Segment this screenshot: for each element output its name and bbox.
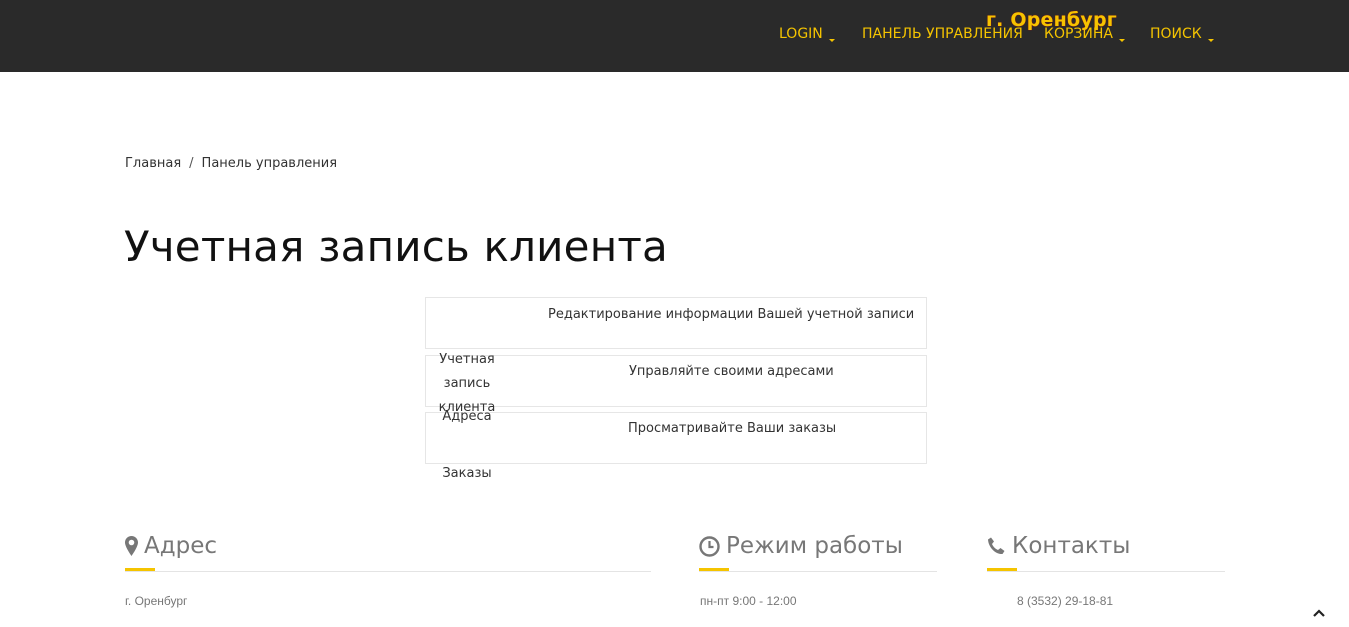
nav-search[interactable]: ПОИСК [1150, 26, 1214, 42]
nav-control-panel-label: ПАНЕЛЬ УПРАВЛЕНИЯ [862, 26, 1023, 42]
footer-contacts-title: Контакты [1012, 533, 1131, 559]
breadcrumb-current: Панель управления [201, 156, 338, 171]
divider [125, 571, 651, 572]
footer-hours-heading: Режим работы [699, 530, 937, 562]
chevron-down-icon [828, 39, 835, 42]
map-marker-icon [125, 536, 138, 556]
heading-accent [987, 568, 1017, 571]
footer-hours-title: Режим работы [726, 533, 903, 559]
heading-accent [125, 568, 155, 571]
footer-address-section: Адрес г. Оренбург [125, 530, 651, 608]
footer-address-title: Адрес [144, 533, 218, 559]
chevron-up-icon [1313, 609, 1325, 617]
scroll-to-top-button[interactable] [1311, 606, 1327, 622]
footer-hours-section: Режим работы пн-пт 9:00 - 12:00 [699, 530, 937, 608]
footer-contacts-section: Контакты 8 (3532) 29-18-81 [987, 530, 1225, 608]
nav-login[interactable]: LOGIN [779, 26, 835, 42]
breadcrumb-separator: / [189, 156, 194, 171]
footer-hours-text: пн-пт 9:00 - 12:00 [700, 594, 797, 608]
addresses-link[interactable]: Адреса [425, 405, 509, 429]
clock-icon [699, 535, 720, 557]
orders-description: Просматривайте Ваши заказы [628, 421, 837, 436]
heading-accent [699, 568, 729, 571]
page-title: Учетная запись клиента [124, 222, 668, 271]
nav-login-label: LOGIN [779, 26, 823, 42]
account-info-box [425, 297, 927, 349]
footer-contacts-heading: Контакты [987, 530, 1225, 562]
breadcrumb: Главная / Панель управления [125, 156, 337, 171]
nav-search-label: ПОИСК [1150, 26, 1202, 42]
footer-address-heading: Адрес [125, 530, 651, 562]
breadcrumb-home-link[interactable]: Главная [125, 156, 181, 171]
addresses-description: Управляйте своими адресами [629, 364, 834, 379]
divider [987, 571, 1225, 572]
orders-link[interactable]: Заказы [425, 462, 509, 486]
footer-contacts-text: 8 (3532) 29-18-81 [1017, 594, 1114, 608]
nav-cart-label: КОРЗИНА [1044, 26, 1113, 42]
chevron-down-icon [1118, 39, 1125, 42]
top-navbar: г. Оренбург LOGIN ПАНЕЛЬ УПРАВЛЕНИЯ КОРЗ… [0, 0, 1349, 72]
nav-control-panel[interactable]: ПАНЕЛЬ УПРАВЛЕНИЯ [862, 26, 1023, 42]
footer-address-text: г. Оренбург [125, 594, 188, 608]
account-info-description: Редактирование информации Вашей учетной … [548, 307, 915, 322]
phone-icon [988, 537, 1005, 554]
nav-cart[interactable]: КОРЗИНА [1044, 26, 1125, 42]
divider [699, 571, 937, 572]
chevron-down-icon [1207, 39, 1214, 42]
